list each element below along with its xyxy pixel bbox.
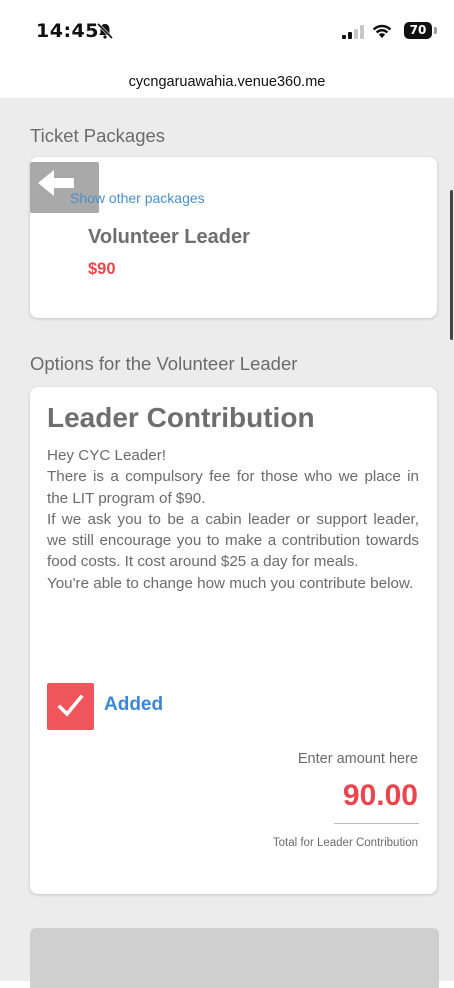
amount-input[interactable]: 90.00: [343, 779, 418, 813]
signal-icon: [342, 25, 364, 39]
status-bar: 14:45 70: [0, 0, 454, 62]
description-line: You're able to change how much you contr…: [47, 574, 414, 592]
description-line: Hey CYC Leader!: [47, 447, 167, 464]
amount-underline: [334, 823, 419, 824]
ticket-packages-heading: Ticket Packages: [30, 125, 166, 146]
wifi-icon: [372, 24, 392, 38]
options-heading: Options for the Volunteer Leader: [30, 353, 298, 374]
amount-label: Enter amount here: [297, 751, 418, 767]
bell-slash-icon: [96, 22, 114, 40]
description-line: If we ask you to be a cabin leader or su…: [47, 510, 419, 571]
added-checkbox[interactable]: [47, 683, 94, 730]
package-price: $90: [88, 260, 116, 278]
url-bar[interactable]: cycngaruawahia.venue360.me: [0, 66, 454, 98]
battery-cap: [434, 27, 437, 34]
checkmark-icon: [57, 694, 84, 717]
next-card-placeholder: [30, 928, 439, 988]
amount-total-label: Total for Leader Contribution: [272, 837, 418, 849]
status-time: 14:45: [36, 20, 99, 42]
option-description: Hey CYC Leader! There is a compulsory fe…: [47, 445, 419, 594]
package-name: Volunteer Leader: [88, 226, 250, 248]
added-label[interactable]: Added: [104, 694, 163, 716]
show-other-packages-link[interactable]: Show other packages: [70, 190, 205, 206]
battery-indicator: 70: [404, 22, 432, 39]
scrollbar[interactable]: [450, 190, 453, 340]
option-title: Leader Contribution: [47, 402, 315, 433]
description-line: There is a compulsory fee for those who …: [47, 468, 419, 507]
